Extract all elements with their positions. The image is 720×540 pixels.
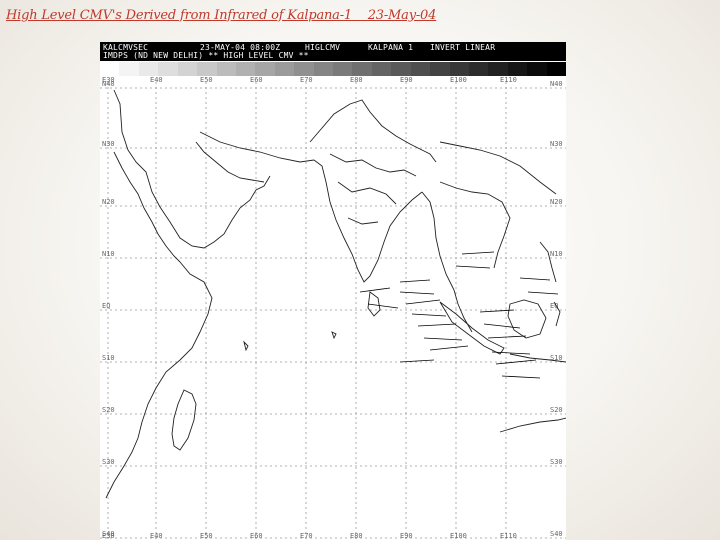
lon-tick-label: E40 [150,76,163,84]
lon-tick-label: E110 [500,76,517,84]
lon-tick-label: E60 [250,532,263,540]
lat-tick-label-left: N10 [102,250,115,258]
lat-tick-label-left: EQ [102,302,110,310]
lat-tick-label-left: N30 [102,140,115,148]
lat-tick-label-right: N10 [550,250,563,258]
borneo-coast [507,299,547,339]
cloud-motion-vectors [359,251,559,379]
lat-tick-label-right: N30 [550,140,563,148]
indochina-coast [439,181,511,269]
lon-tick-label: E80 [350,532,363,540]
madagascar-coast [171,389,197,451]
lon-tick-label: E100 [450,76,467,84]
lat-tick-label-left: S30 [102,458,115,466]
australia-coast [499,417,566,433]
coastlines [105,89,566,499]
lon-tick-label: E50 [200,532,213,540]
lon-tick-label: E70 [300,76,313,84]
coastline-map: E30E30E40E40E50E50E60E60E70E70E80E80E90E… [100,76,566,540]
india-north-border [309,99,437,163]
lon-tick-label: E110 [500,532,517,540]
lon-tick-label: E90 [400,532,413,540]
burma-coast [421,191,455,291]
lat-tick-label-left: S10 [102,354,115,362]
lat-tick-label-right: S20 [550,406,563,414]
philippines [539,241,557,283]
china-south [439,141,557,195]
small-island-2 [331,331,337,340]
small-island-1 [243,340,249,352]
lat-tick-label-right: N20 [550,198,563,206]
lon-tick-label: E70 [300,532,313,540]
lon-tick-label: E40 [150,532,163,540]
iran-coast [199,131,315,163]
longitude-labels: E30E30E40E40E50E50E60E60E70E70E80E80E90E… [102,76,517,540]
slide-title: High Level CMV's Derived from Infrared o… [6,8,437,23]
lon-tick-label: E80 [350,76,363,84]
lat-tick-label-right: S40 [550,530,563,538]
lat-tick-label-right: N40 [550,80,563,88]
lat-tick-label-left: N20 [102,198,115,206]
red-sea-coast [113,151,181,263]
lon-tick-label: E90 [400,76,413,84]
africa-coast [105,261,213,499]
india-states-3 [347,217,379,225]
india-states-1 [329,153,417,177]
lon-tick-label: E50 [200,76,213,84]
lat-tick-label-left: S40 [102,530,115,538]
lat-tick-label-right: S30 [550,458,563,466]
lon-tick-label: E100 [450,532,467,540]
lat-tick-label-left: S20 [102,406,115,414]
lat-tick-label-left: N40 [102,80,115,88]
india-states-2 [337,181,397,205]
arabia-coast [113,89,271,249]
satellite-map-panel: KALCMVSEC 23-MAY-04 08:00Z HIGLCMV KALPA… [100,42,566,540]
latitude-labels: N40 N40N30 N30N20 N20N10 N10EQ EQS10 S10S20 S20… [102,80,563,538]
lon-tick-label: E60 [250,76,263,84]
